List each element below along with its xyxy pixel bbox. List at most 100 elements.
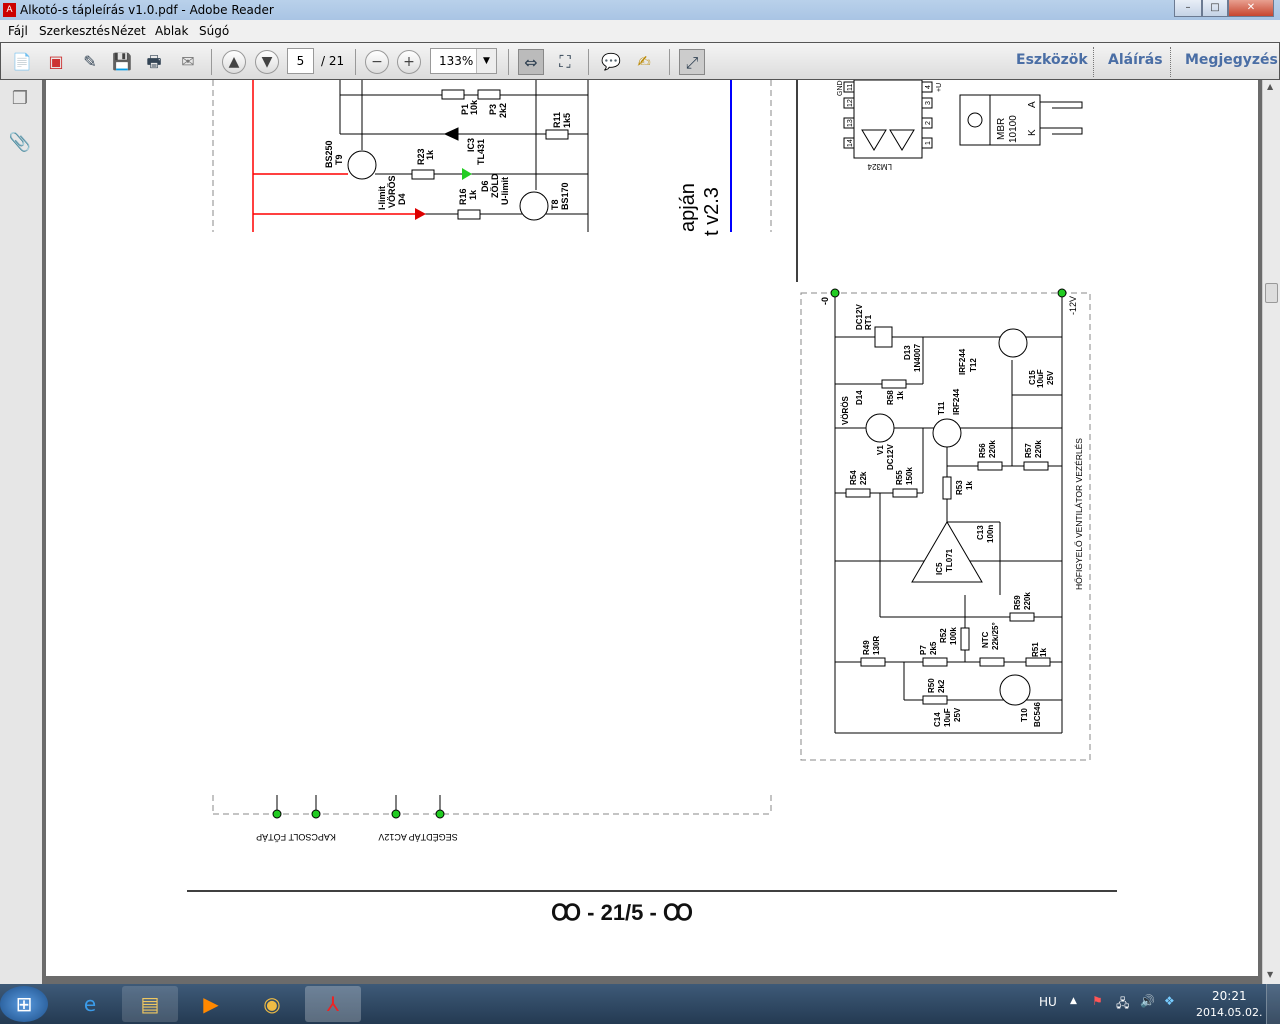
part-label: R52 — [939, 628, 948, 643]
doc-text-fragment: t v2.3 — [701, 187, 723, 236]
part-label: NTC — [981, 631, 990, 648]
zoom-out-button[interactable]: − — [365, 50, 389, 74]
connector-label: SEGÉDTÁP AC12V — [378, 832, 457, 842]
label: R16 — [458, 188, 468, 205]
chevron-down-icon[interactable]: ▼ — [476, 49, 496, 73]
pin-label: 12 — [847, 99, 854, 107]
part-label: R59 — [1013, 595, 1022, 610]
save-icon[interactable]: 💾 — [109, 49, 135, 75]
maximize-button[interactable]: □ — [1202, 0, 1228, 17]
sign-link[interactable]: Aláírás — [1108, 52, 1163, 68]
internet-explorer-icon[interactable]: e — [62, 986, 118, 1022]
tools-link[interactable]: Eszközök — [1016, 52, 1088, 68]
pin-label: 3 — [925, 101, 932, 105]
green-led-icon — [462, 168, 472, 180]
clock-time[interactable]: 20:21 — [1212, 989, 1247, 1003]
menu-edit[interactable]: Szerkesztés — [39, 24, 110, 38]
highlight-icon[interactable]: ✍ — [631, 49, 657, 75]
part-label: 10uF — [943, 708, 952, 727]
menu-help[interactable]: Súgó — [199, 24, 229, 38]
window-title: Alkotó-s tápleírás v1.0.pdf - Adobe Read… — [20, 3, 274, 17]
media-player-icon[interactable]: ▶ — [183, 986, 239, 1022]
zoom-in-button[interactable]: + — [397, 50, 421, 74]
menu-view[interactable]: Nézet — [111, 24, 146, 38]
label: 1k — [425, 149, 435, 160]
label: P3 — [488, 104, 498, 115]
part-label: VÖRÖS — [841, 395, 850, 425]
adobe-reader-icon: A — [3, 3, 16, 17]
attachment-icon[interactable]: 📎 — [8, 132, 32, 156]
part-label: IC5 — [935, 562, 944, 575]
label: D4 — [397, 193, 407, 205]
page-number-input[interactable]: 5 — [287, 48, 314, 74]
next-page-button[interactable]: ▼ — [255, 50, 279, 74]
show-desktop-button[interactable] — [1266, 984, 1280, 1024]
navigation-panel: ❐ 📎 — [0, 80, 42, 984]
part-label: V1 — [876, 445, 885, 455]
print-icon[interactable]: 🖶 — [141, 49, 167, 75]
volume-icon[interactable]: 🔊 — [1140, 994, 1155, 1008]
zoom-select[interactable]: 133% ▼ — [430, 48, 497, 74]
pin-label: 11 — [847, 84, 854, 91]
scroll-thumb[interactable] — [1265, 283, 1278, 303]
label: 10k — [469, 99, 479, 115]
scroll-up-arrow[interactable]: ▲ — [1267, 82, 1273, 91]
chip-label: A — [1027, 101, 1038, 108]
red-led-icon — [415, 208, 426, 220]
minimize-button[interactable]: – — [1174, 0, 1202, 17]
fan-control-wires — [834, 293, 1063, 734]
show-hidden-icons[interactable]: ▲ — [1070, 996, 1077, 1006]
connector-terminal — [435, 809, 445, 819]
email-icon[interactable]: ✉ — [175, 49, 201, 75]
language-indicator[interactable]: HU — [1039, 995, 1057, 1009]
comment-icon[interactable]: 💬 — [598, 49, 624, 75]
part-label: R57 — [1024, 443, 1033, 458]
scroll-mode-icon[interactable]: ⇔ — [518, 49, 544, 75]
scroll-down-arrow[interactable]: ▼ — [1267, 970, 1273, 979]
part-label: T12 — [969, 358, 978, 372]
part-label: 1k — [1039, 648, 1048, 657]
connector-label: KAPCSOLT FŐTÁP — [256, 832, 336, 842]
label: VÖRÖS — [387, 175, 397, 208]
part-label: 100k — [949, 627, 958, 645]
pin-label: 14 — [847, 139, 854, 147]
edit-icon[interactable]: ✎ — [77, 49, 103, 75]
chrome-icon[interactable]: ◉ — [244, 986, 300, 1022]
clock-date[interactable]: 2014.05.02. — [1196, 1006, 1262, 1019]
label: U-limit — [500, 177, 510, 205]
taskbar: ⊞ e ▤ ▶ ◉ ⅄ HU ▲ ⚑ 🖧 🔊 ❖ 20:21 2014.05.0… — [0, 984, 1280, 1024]
dropbox-icon[interactable]: ❖ — [1164, 994, 1175, 1008]
part-label: IRF244 — [952, 388, 961, 415]
part-label: BC546 — [1033, 702, 1042, 727]
part-label: 1N4007 — [913, 343, 922, 372]
label: IC3 — [466, 138, 476, 152]
rail-label: -12V — [1068, 296, 1078, 315]
vertical-scrollbar[interactable]: ▲ ▼ — [1262, 80, 1280, 984]
zoom-value: 133% — [439, 54, 474, 68]
comment-link[interactable]: Megjegyzés — [1185, 52, 1278, 68]
start-button[interactable]: ⊞ — [0, 986, 48, 1022]
close-button[interactable]: ✕ — [1228, 0, 1274, 17]
file-explorer-icon[interactable]: ▤ — [122, 986, 178, 1022]
label: D6 — [480, 180, 490, 192]
page-count: / 21 — [321, 54, 345, 68]
toolbar: 📄 ▣ ✎ 💾 🖶 ✉ ▲ ▼ 5 / 21 − + 133% ▼ ⇔ ⛶ 💬 ✍… — [0, 42, 1280, 80]
part-label: R53 — [955, 480, 964, 495]
part-label: DC12V — [886, 444, 895, 470]
part-label: 25V — [953, 707, 962, 722]
part-label: 220k — [1023, 592, 1032, 610]
pages-icon[interactable]: ❐ — [8, 88, 32, 112]
connector-terminal — [272, 809, 282, 819]
fullscreen-icon[interactable]: ⤢ — [679, 49, 705, 75]
menu-window[interactable]: Ablak — [155, 24, 188, 38]
create-pdf-icon[interactable]: ▣ — [43, 49, 69, 75]
open-icon[interactable]: 📄 — [9, 49, 35, 75]
ornament-icon: Ꝏ — [551, 900, 582, 925]
menu-file[interactable]: Fájl — [8, 24, 28, 38]
adobe-reader-taskbar-icon[interactable]: ⅄ — [305, 986, 361, 1022]
network-icon[interactable]: 🖧 — [1116, 994, 1129, 1015]
schematic-title: HŐFIGYELŐ VENTILÁTOR VEZÉRLÉS — [1074, 438, 1084, 590]
fit-page-icon[interactable]: ⛶ — [552, 49, 578, 75]
previous-page-button[interactable]: ▲ — [222, 50, 246, 74]
action-center-flag-icon[interactable]: ⚑ — [1092, 994, 1103, 1008]
